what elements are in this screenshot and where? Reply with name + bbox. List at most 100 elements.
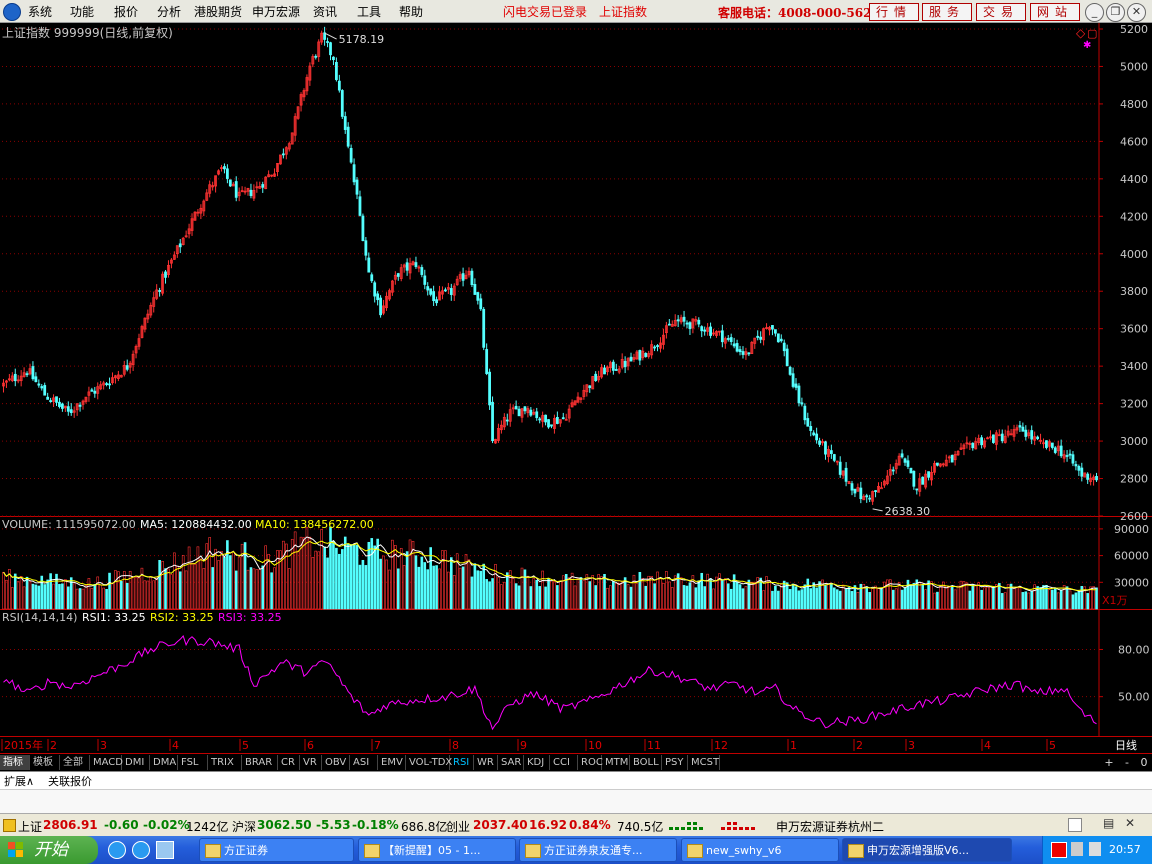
menu-help[interactable]: 帮助 xyxy=(399,3,423,20)
folder-icon xyxy=(687,844,703,858)
indicator-tab-dmi[interactable]: DMI xyxy=(122,755,150,770)
candle-body xyxy=(485,349,489,374)
candle-body xyxy=(444,289,447,292)
desktop-icon[interactable] xyxy=(156,841,174,859)
menu-swhy[interactable]: 申万宏源 xyxy=(252,3,300,20)
candle-body xyxy=(547,419,550,428)
indicator-tab-mcst[interactable]: MCST xyxy=(688,755,720,770)
candle-body xyxy=(927,471,930,478)
indicator-tab-模板[interactable]: 模板 xyxy=(30,755,60,770)
volume-bar xyxy=(809,588,813,610)
volume-icon[interactable] xyxy=(1089,842,1101,856)
task-new-reminder[interactable]: 【新提醒】05 - 1... xyxy=(358,838,516,862)
task-swhy-enhanced[interactable]: 申万宏源增强版V6... xyxy=(842,838,1012,862)
volume-bar xyxy=(317,551,321,610)
volume-bar xyxy=(482,563,486,610)
ie-icon-2[interactable] xyxy=(132,841,150,859)
menu-tools[interactable]: 工具 xyxy=(357,3,381,20)
indicator-tab-vol-tdx[interactable]: VOL-TDX xyxy=(406,755,452,770)
service-button[interactable]: 服务 xyxy=(922,3,972,21)
task-fangzheng[interactable]: 方正证券 xyxy=(199,838,354,862)
indicator-tab-trix[interactable]: TRIX xyxy=(208,755,242,770)
zoom-in-icon[interactable]: + xyxy=(1102,755,1116,770)
volume-tick-label: 30000 xyxy=(1114,576,1149,589)
trade-button[interactable]: 交易 xyxy=(976,3,1026,21)
zoom-out-icon[interactable]: - xyxy=(1120,755,1134,770)
candle-body xyxy=(771,325,774,330)
ie-icon[interactable] xyxy=(108,841,126,859)
website-button[interactable]: 网站 xyxy=(1030,3,1080,21)
candle-body xyxy=(729,337,733,342)
volume-bar xyxy=(164,568,167,610)
indicator-tab-vr[interactable]: VR xyxy=(300,755,322,770)
volume-bar xyxy=(868,592,871,610)
month-label: 3 xyxy=(100,739,107,752)
tray-close-icon[interactable]: ✕ xyxy=(1125,816,1135,830)
close-icon[interactable]: ✕ xyxy=(1127,3,1146,22)
sh-pct: -0.02% xyxy=(143,818,190,832)
volume-bar xyxy=(712,588,715,610)
network-icon[interactable] xyxy=(1071,842,1083,856)
volume-bar xyxy=(620,580,624,610)
indicator-tab-dma[interactable]: DMA xyxy=(150,755,178,770)
indicator-tab-asi[interactable]: ASI xyxy=(350,755,378,770)
volume-bar xyxy=(243,542,247,610)
task-new-swhy[interactable]: new_swhy_v6 xyxy=(681,838,839,862)
indicator-tab-boll[interactable]: BOLL xyxy=(630,755,662,770)
reset-zoom-icon[interactable]: 0 xyxy=(1137,755,1151,770)
indicator-tab-fsl[interactable]: FSL xyxy=(178,755,208,770)
tray-app-icon[interactable] xyxy=(1051,842,1067,858)
task-quanyoutong[interactable]: 方正证券泉友通专... xyxy=(519,838,677,862)
volume-bar xyxy=(762,590,765,610)
expand-tab[interactable]: 扩展∧ xyxy=(4,773,34,789)
start-button[interactable]: 开始 xyxy=(0,836,98,864)
menu-system[interactable]: 系统 xyxy=(28,3,52,20)
stock-chart[interactable]: 2600 2800 3000 3200 3400 3600 3800 4000 4200 4400… xyxy=(0,23,1152,754)
volume-bar xyxy=(824,585,827,610)
indicator-tab-roc[interactable]: ROC xyxy=(578,755,603,770)
menu-quote[interactable]: 报价 xyxy=(114,3,138,20)
hs-change: -5.53 xyxy=(316,818,351,832)
volume-bar xyxy=(417,566,421,610)
period-label[interactable]: 日线 xyxy=(1115,738,1137,752)
indicator-tab-kdj[interactable]: KDJ xyxy=(524,755,550,770)
volume-bar xyxy=(196,546,200,610)
diamond-icon[interactable]: ◇ xyxy=(1076,26,1086,40)
minimize-icon[interactable]: _ xyxy=(1085,3,1104,22)
indicator-tab-全部[interactable]: 全部 xyxy=(60,755,90,770)
menu-info[interactable]: 资讯 xyxy=(313,3,337,20)
menu-function[interactable]: 功能 xyxy=(70,3,94,20)
related-quotes-tab[interactable]: 关联报价 xyxy=(48,773,92,789)
restore-icon[interactable]: ❐ xyxy=(1106,3,1125,22)
indicator-tab-obv[interactable]: OBV xyxy=(322,755,350,770)
indicator-tab-rsi[interactable]: RSI xyxy=(450,755,474,770)
volume-bar xyxy=(721,579,724,610)
indicator-tab-psy[interactable]: PSY xyxy=(662,755,688,770)
indicator-tab-brar[interactable]: BRAR xyxy=(242,755,278,770)
menu-analysis[interactable]: 分析 xyxy=(157,3,181,20)
month-label: 3 xyxy=(908,739,915,752)
signal-icon[interactable]: ▤ xyxy=(1103,816,1114,830)
candle-body xyxy=(379,297,382,316)
indicator-tab-cr[interactable]: CR xyxy=(278,755,300,770)
note-icon[interactable] xyxy=(1068,818,1082,832)
indicator-tab-emv[interactable]: EMV xyxy=(378,755,406,770)
indicator-tab-mtm[interactable]: MTM xyxy=(602,755,630,770)
volume-bar xyxy=(956,585,960,610)
indicator-tab-sar[interactable]: SAR xyxy=(498,755,524,770)
volume-bar xyxy=(5,579,8,610)
volume-bar xyxy=(479,570,483,610)
indicator-tab-cci[interactable]: CCI xyxy=(550,755,578,770)
volume-bar xyxy=(791,583,795,610)
window-icon[interactable]: ▢ xyxy=(1087,27,1097,40)
volume-bar xyxy=(930,581,933,610)
indicator-tab-指标[interactable]: 指标 xyxy=(0,755,30,770)
volume-bar xyxy=(252,568,256,610)
menu-hk-futures[interactable]: 港股期货 xyxy=(194,3,242,20)
indicator-tab-macd[interactable]: MACD xyxy=(90,755,123,770)
indicator-tab-wr[interactable]: WR xyxy=(474,755,498,770)
price-tick-label: 4000 xyxy=(1120,248,1148,261)
volume-bar xyxy=(576,578,580,610)
volume-bar xyxy=(500,584,503,610)
market-button[interactable]: 行情 xyxy=(869,3,919,21)
